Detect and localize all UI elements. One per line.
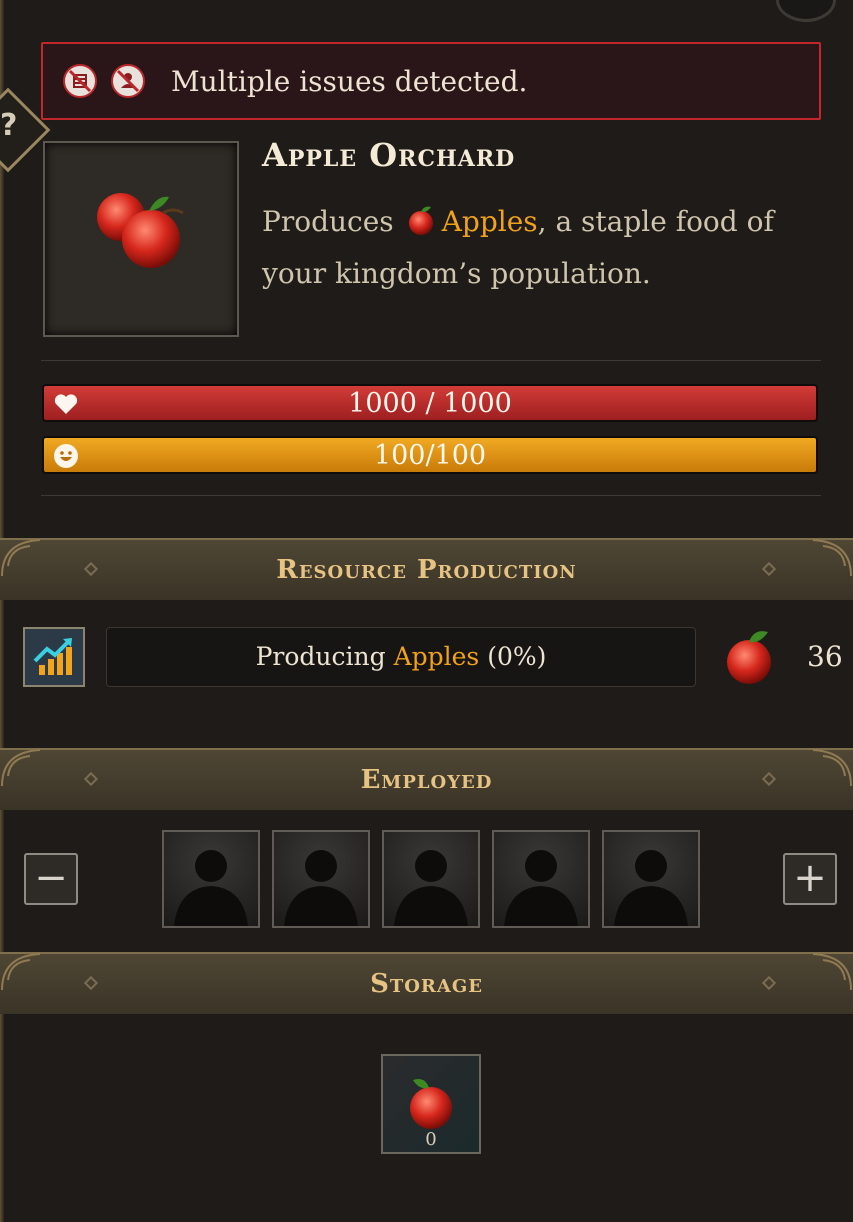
apple-icon (410, 1079, 452, 1129)
production-percent: (0%) (487, 642, 547, 671)
production-label: Producing (255, 642, 386, 671)
ornament-icon (1, 749, 41, 787)
production-amount: 36 (807, 640, 843, 673)
worker-slot[interactable] (162, 830, 260, 928)
section-header-production: Resource Production (0, 538, 853, 600)
diamond-ornament (761, 975, 777, 991)
no-storage-icon[interactable] (63, 64, 97, 98)
diamond-ornament (83, 561, 99, 577)
panel-left-border (0, 0, 4, 1222)
apple-icon (408, 206, 433, 235)
divider (41, 495, 821, 496)
apple-icon (727, 631, 771, 684)
person-silhouette-icon (614, 850, 688, 926)
building-title: Apple Orchard (262, 136, 516, 174)
diamond-ornament (761, 771, 777, 787)
chart-up-icon (33, 638, 72, 675)
issues-alert: Multiple issues detected. (41, 42, 821, 120)
person-silhouette-icon (394, 850, 468, 926)
person-silhouette-icon (284, 850, 358, 926)
ornament-icon (1, 953, 41, 991)
building-portrait (43, 141, 239, 337)
production-status: Producing Apples (0%) (106, 627, 696, 687)
ornament-icon (812, 749, 852, 787)
ornament-icon (812, 953, 852, 991)
remove-worker-button[interactable]: − (24, 853, 78, 905)
storage-count: 0 (425, 1129, 437, 1150)
person-silhouette-icon (504, 850, 578, 926)
smiley-icon (54, 444, 78, 468)
no-workers-icon[interactable] (111, 64, 145, 98)
building-description: Produces Apples, a staple food of your k… (262, 196, 822, 300)
alert-message: Multiple issues detected. (171, 64, 528, 98)
desc-resource-link[interactable]: Apples (442, 205, 538, 238)
diamond-ornament (83, 771, 99, 787)
apple-pair-icon (97, 193, 184, 268)
person-silhouette-icon (174, 850, 248, 926)
worker-slot[interactable] (492, 830, 590, 928)
section-header-storage: Storage (0, 952, 853, 1014)
storage-slot-apples[interactable]: 0 (381, 1054, 481, 1154)
diamond-ornament (761, 561, 777, 577)
top-knob[interactable] (776, 0, 836, 22)
production-stats-button[interactable] (23, 627, 85, 687)
diamond-ornament (83, 975, 99, 991)
section-title: Storage (370, 969, 483, 999)
divider (41, 360, 821, 361)
heart-icon (54, 394, 78, 414)
desc-pre: Produces (262, 205, 394, 238)
happiness-bar: 100/100 (42, 436, 818, 474)
health-bar: 1000 / 1000 (42, 384, 818, 422)
add-worker-button[interactable]: + (783, 853, 837, 905)
happiness-text: 100/100 (373, 440, 487, 471)
ornament-icon (812, 539, 852, 577)
worker-slot[interactable] (272, 830, 370, 928)
section-title: Resource Production (276, 555, 577, 585)
health-text: 1000 / 1000 (348, 388, 512, 419)
ornament-icon (1, 539, 41, 577)
section-header-employed: Employed (0, 748, 853, 810)
section-title: Employed (360, 765, 493, 795)
worker-slot[interactable] (602, 830, 700, 928)
help-icon[interactable]: ? (0, 108, 17, 143)
production-resource-link[interactable]: Apples (394, 642, 480, 671)
worker-slot[interactable] (382, 830, 480, 928)
